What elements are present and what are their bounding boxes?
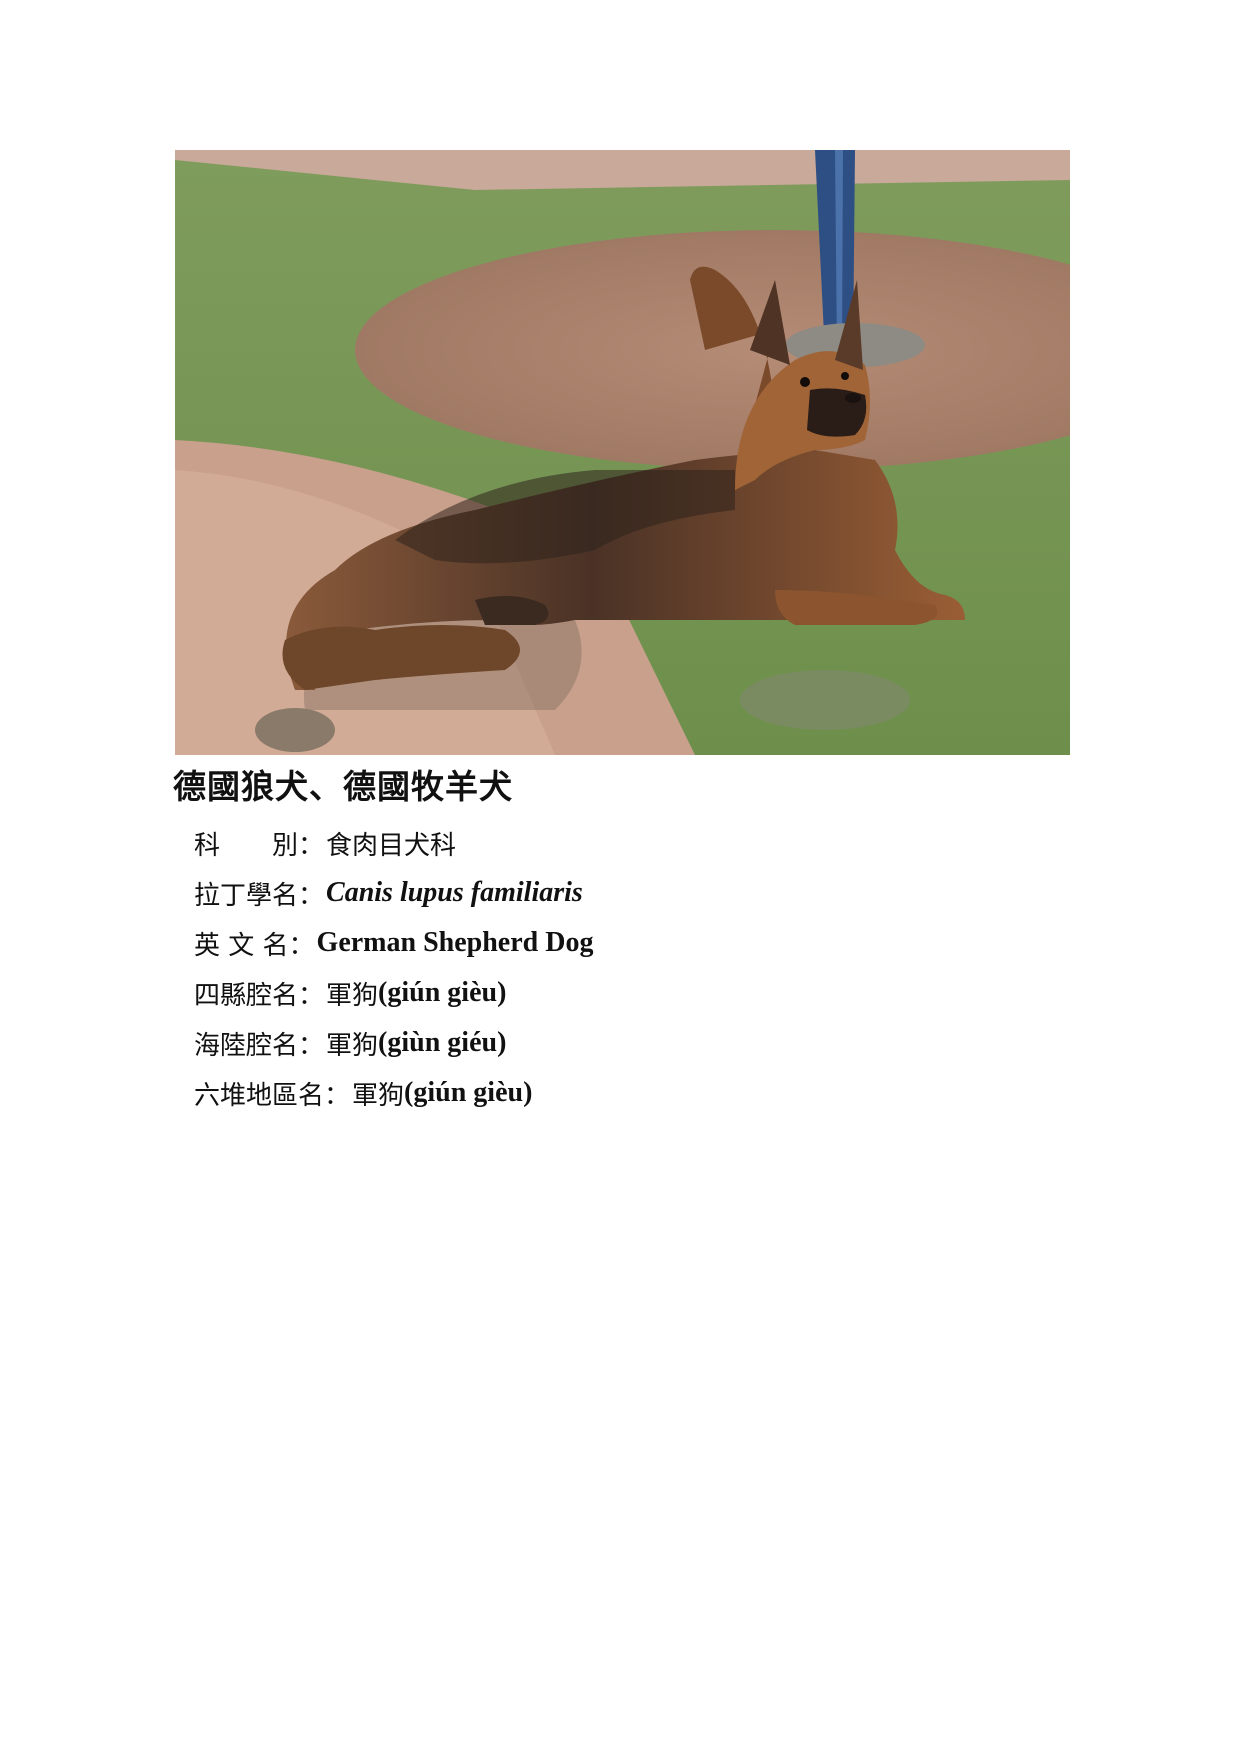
species-info: 科 別 ： 食肉目犬科 拉丁學名 ： Canis lupus familiari… [194, 818, 593, 1118]
colon: ： [298, 1030, 325, 1061]
colon: ： [298, 880, 325, 911]
family-value: 食肉目犬科 [326, 830, 457, 861]
dog-photo [175, 150, 1070, 755]
latin-name-value: Canis lupus familiaris [326, 877, 583, 908]
sixian-name-romanization: (giún gièu) [378, 977, 507, 1008]
sixian-name-label: 四縣腔名 [194, 980, 299, 1011]
liudui-name-romanization: (giún gièu) [404, 1077, 533, 1108]
species-title: 德國狼犬、德國牧羊犬 [173, 767, 513, 806]
row-hailu-name: 海陸腔名 ： 軍狗 (giùn giéu) [194, 1018, 593, 1068]
latin-name-label: 拉丁學名 [194, 880, 299, 911]
row-latin-name: 拉丁學名 ： Canis lupus familiaris [194, 868, 593, 918]
hailu-name-chars: 軍狗 [326, 1030, 379, 1061]
colon: ： [288, 930, 315, 961]
liudui-name-label: 六堆地區名 [194, 1080, 325, 1111]
liudui-name-chars: 軍狗 [352, 1080, 405, 1111]
row-family: 科 別 ： 食肉目犬科 [194, 818, 593, 868]
hailu-name-label: 海陸腔名 [194, 1030, 299, 1061]
sixian-name-chars: 軍狗 [326, 980, 379, 1011]
colon: ： [298, 830, 325, 861]
colon: ： [298, 980, 325, 1011]
hailu-name-romanization: (giùn giéu) [378, 1027, 507, 1058]
family-label: 科 別 [194, 830, 299, 861]
english-name-label: 英 文 名 [194, 930, 289, 961]
row-sixian-name: 四縣腔名 ： 軍狗 (giún gièu) [194, 968, 593, 1018]
english-name-value: German Shepherd Dog [316, 927, 594, 958]
row-english-name: 英 文 名 ： German Shepherd Dog [194, 918, 593, 968]
colon: ： [324, 1080, 351, 1111]
row-liudui-name: 六堆地區名 ： 軍狗 (giún gièu) [194, 1068, 593, 1118]
